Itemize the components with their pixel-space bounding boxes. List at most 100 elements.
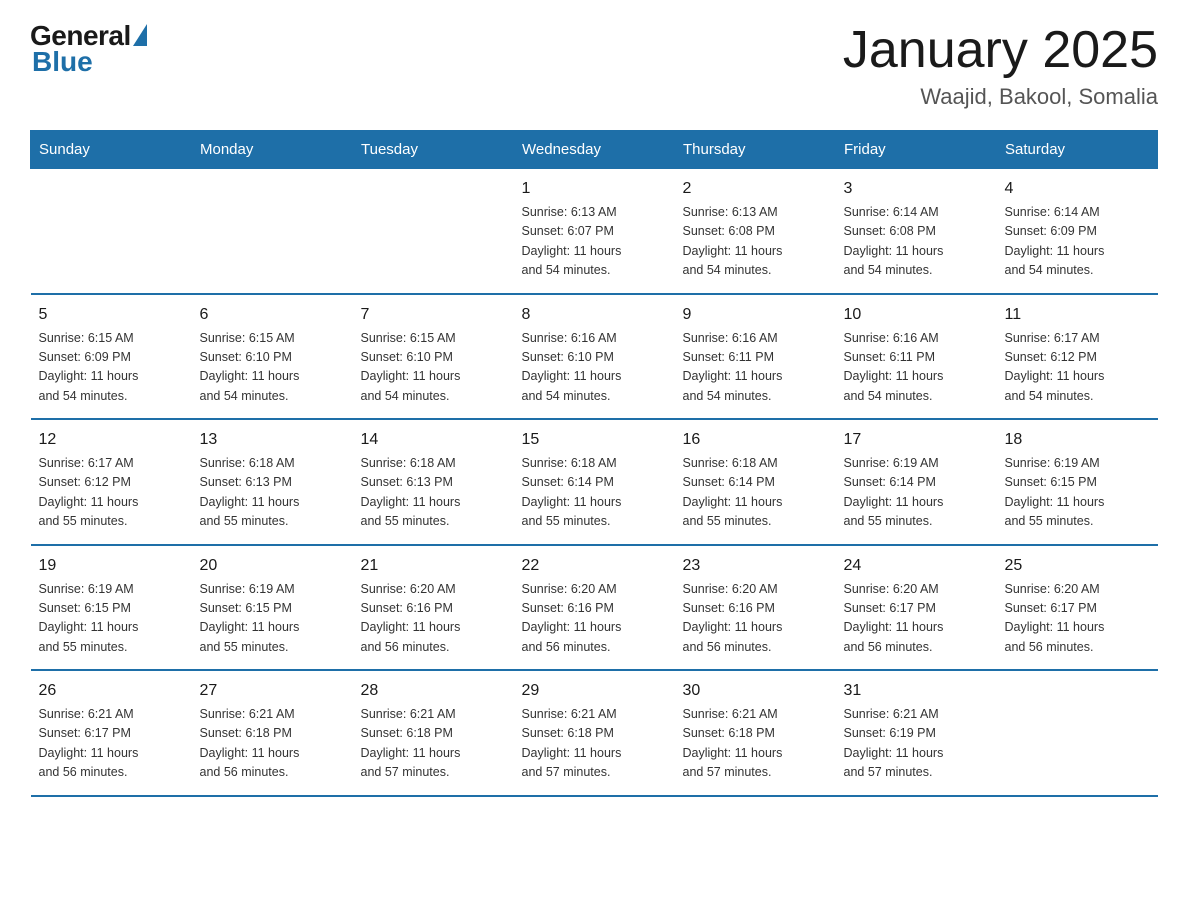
- logo-triangle-icon: [133, 24, 147, 46]
- day-cell: 28Sunrise: 6:21 AMSunset: 6:18 PMDayligh…: [353, 670, 514, 796]
- day-cell: 26Sunrise: 6:21 AMSunset: 6:17 PMDayligh…: [31, 670, 192, 796]
- day-info: Sunrise: 6:16 AMSunset: 6:11 PMDaylight:…: [683, 329, 828, 407]
- day-cell: 4Sunrise: 6:14 AMSunset: 6:09 PMDaylight…: [997, 169, 1158, 294]
- day-number: 29: [522, 679, 667, 703]
- week-row-3: 12Sunrise: 6:17 AMSunset: 6:12 PMDayligh…: [31, 419, 1158, 545]
- day-number: 8: [522, 303, 667, 327]
- calendar-body: 1Sunrise: 6:13 AMSunset: 6:07 PMDaylight…: [31, 169, 1158, 796]
- day-info: Sunrise: 6:17 AMSunset: 6:12 PMDaylight:…: [1005, 329, 1150, 407]
- day-cell: 18Sunrise: 6:19 AMSunset: 6:15 PMDayligh…: [997, 419, 1158, 545]
- day-cell: 24Sunrise: 6:20 AMSunset: 6:17 PMDayligh…: [836, 545, 997, 671]
- day-info: Sunrise: 6:19 AMSunset: 6:14 PMDaylight:…: [844, 454, 989, 532]
- calendar-table: SundayMondayTuesdayWednesdayThursdayFrid…: [30, 130, 1158, 797]
- day-cell: 27Sunrise: 6:21 AMSunset: 6:18 PMDayligh…: [192, 670, 353, 796]
- day-cell: [997, 670, 1158, 796]
- day-number: 13: [200, 428, 345, 452]
- day-info: Sunrise: 6:15 AMSunset: 6:10 PMDaylight:…: [361, 329, 506, 407]
- day-info: Sunrise: 6:14 AMSunset: 6:09 PMDaylight:…: [1005, 203, 1150, 281]
- day-info: Sunrise: 6:19 AMSunset: 6:15 PMDaylight:…: [1005, 454, 1150, 532]
- header-cell-sunday: Sunday: [31, 131, 192, 169]
- day-number: 7: [361, 303, 506, 327]
- day-info: Sunrise: 6:18 AMSunset: 6:14 PMDaylight:…: [522, 454, 667, 532]
- day-number: 3: [844, 177, 989, 201]
- month-title: January 2025: [843, 20, 1158, 80]
- day-cell: 25Sunrise: 6:20 AMSunset: 6:17 PMDayligh…: [997, 545, 1158, 671]
- day-info: Sunrise: 6:20 AMSunset: 6:16 PMDaylight:…: [522, 580, 667, 658]
- header-cell-tuesday: Tuesday: [353, 131, 514, 169]
- day-number: 21: [361, 554, 506, 578]
- day-number: 28: [361, 679, 506, 703]
- day-number: 4: [1005, 177, 1150, 201]
- day-info: Sunrise: 6:21 AMSunset: 6:18 PMDaylight:…: [522, 705, 667, 783]
- week-row-4: 19Sunrise: 6:19 AMSunset: 6:15 PMDayligh…: [31, 545, 1158, 671]
- week-row-5: 26Sunrise: 6:21 AMSunset: 6:17 PMDayligh…: [31, 670, 1158, 796]
- day-info: Sunrise: 6:19 AMSunset: 6:15 PMDaylight:…: [200, 580, 345, 658]
- header-row: SundayMondayTuesdayWednesdayThursdayFrid…: [31, 131, 1158, 169]
- day-number: 25: [1005, 554, 1150, 578]
- header-cell-monday: Monday: [192, 131, 353, 169]
- day-info: Sunrise: 6:20 AMSunset: 6:17 PMDaylight:…: [844, 580, 989, 658]
- day-cell: 15Sunrise: 6:18 AMSunset: 6:14 PMDayligh…: [514, 419, 675, 545]
- day-cell: 11Sunrise: 6:17 AMSunset: 6:12 PMDayligh…: [997, 294, 1158, 420]
- day-info: Sunrise: 6:13 AMSunset: 6:08 PMDaylight:…: [683, 203, 828, 281]
- day-number: 12: [39, 428, 184, 452]
- day-info: Sunrise: 6:16 AMSunset: 6:10 PMDaylight:…: [522, 329, 667, 407]
- day-number: 27: [200, 679, 345, 703]
- day-cell: [192, 169, 353, 294]
- day-cell: 5Sunrise: 6:15 AMSunset: 6:09 PMDaylight…: [31, 294, 192, 420]
- day-number: 30: [683, 679, 828, 703]
- day-info: Sunrise: 6:16 AMSunset: 6:11 PMDaylight:…: [844, 329, 989, 407]
- day-info: Sunrise: 6:19 AMSunset: 6:15 PMDaylight:…: [39, 580, 184, 658]
- day-number: 24: [844, 554, 989, 578]
- day-info: Sunrise: 6:21 AMSunset: 6:17 PMDaylight:…: [39, 705, 184, 783]
- day-cell: [353, 169, 514, 294]
- day-info: Sunrise: 6:21 AMSunset: 6:19 PMDaylight:…: [844, 705, 989, 783]
- day-number: 16: [683, 428, 828, 452]
- header-cell-thursday: Thursday: [675, 131, 836, 169]
- day-info: Sunrise: 6:13 AMSunset: 6:07 PMDaylight:…: [522, 203, 667, 281]
- page-header: General Blue January 2025 Waajid, Bakool…: [30, 20, 1158, 110]
- day-cell: 8Sunrise: 6:16 AMSunset: 6:10 PMDaylight…: [514, 294, 675, 420]
- day-info: Sunrise: 6:18 AMSunset: 6:13 PMDaylight:…: [361, 454, 506, 532]
- day-number: 14: [361, 428, 506, 452]
- day-info: Sunrise: 6:15 AMSunset: 6:09 PMDaylight:…: [39, 329, 184, 407]
- day-cell: 19Sunrise: 6:19 AMSunset: 6:15 PMDayligh…: [31, 545, 192, 671]
- day-cell: 10Sunrise: 6:16 AMSunset: 6:11 PMDayligh…: [836, 294, 997, 420]
- day-number: 23: [683, 554, 828, 578]
- day-info: Sunrise: 6:17 AMSunset: 6:12 PMDaylight:…: [39, 454, 184, 532]
- logo: General Blue: [30, 20, 147, 78]
- day-info: Sunrise: 6:20 AMSunset: 6:16 PMDaylight:…: [683, 580, 828, 658]
- header-cell-saturday: Saturday: [997, 131, 1158, 169]
- day-info: Sunrise: 6:18 AMSunset: 6:13 PMDaylight:…: [200, 454, 345, 532]
- day-number: 1: [522, 177, 667, 201]
- day-cell: 20Sunrise: 6:19 AMSunset: 6:15 PMDayligh…: [192, 545, 353, 671]
- day-number: 26: [39, 679, 184, 703]
- day-cell: 29Sunrise: 6:21 AMSunset: 6:18 PMDayligh…: [514, 670, 675, 796]
- calendar-header: SundayMondayTuesdayWednesdayThursdayFrid…: [31, 131, 1158, 169]
- day-cell: 23Sunrise: 6:20 AMSunset: 6:16 PMDayligh…: [675, 545, 836, 671]
- day-cell: 9Sunrise: 6:16 AMSunset: 6:11 PMDaylight…: [675, 294, 836, 420]
- day-number: 15: [522, 428, 667, 452]
- day-number: 9: [683, 303, 828, 327]
- day-number: 2: [683, 177, 828, 201]
- location-title: Waajid, Bakool, Somalia: [843, 84, 1158, 110]
- day-number: 22: [522, 554, 667, 578]
- day-info: Sunrise: 6:20 AMSunset: 6:17 PMDaylight:…: [1005, 580, 1150, 658]
- week-row-1: 1Sunrise: 6:13 AMSunset: 6:07 PMDaylight…: [31, 169, 1158, 294]
- day-cell: 3Sunrise: 6:14 AMSunset: 6:08 PMDaylight…: [836, 169, 997, 294]
- header-cell-friday: Friday: [836, 131, 997, 169]
- day-info: Sunrise: 6:18 AMSunset: 6:14 PMDaylight:…: [683, 454, 828, 532]
- day-info: Sunrise: 6:20 AMSunset: 6:16 PMDaylight:…: [361, 580, 506, 658]
- day-cell: 17Sunrise: 6:19 AMSunset: 6:14 PMDayligh…: [836, 419, 997, 545]
- week-row-2: 5Sunrise: 6:15 AMSunset: 6:09 PMDaylight…: [31, 294, 1158, 420]
- day-number: 10: [844, 303, 989, 327]
- day-number: 17: [844, 428, 989, 452]
- day-number: 31: [844, 679, 989, 703]
- day-cell: 16Sunrise: 6:18 AMSunset: 6:14 PMDayligh…: [675, 419, 836, 545]
- day-cell: 13Sunrise: 6:18 AMSunset: 6:13 PMDayligh…: [192, 419, 353, 545]
- day-cell: 30Sunrise: 6:21 AMSunset: 6:18 PMDayligh…: [675, 670, 836, 796]
- title-section: January 2025 Waajid, Bakool, Somalia: [843, 20, 1158, 110]
- day-number: 18: [1005, 428, 1150, 452]
- day-cell: 1Sunrise: 6:13 AMSunset: 6:07 PMDaylight…: [514, 169, 675, 294]
- day-number: 6: [200, 303, 345, 327]
